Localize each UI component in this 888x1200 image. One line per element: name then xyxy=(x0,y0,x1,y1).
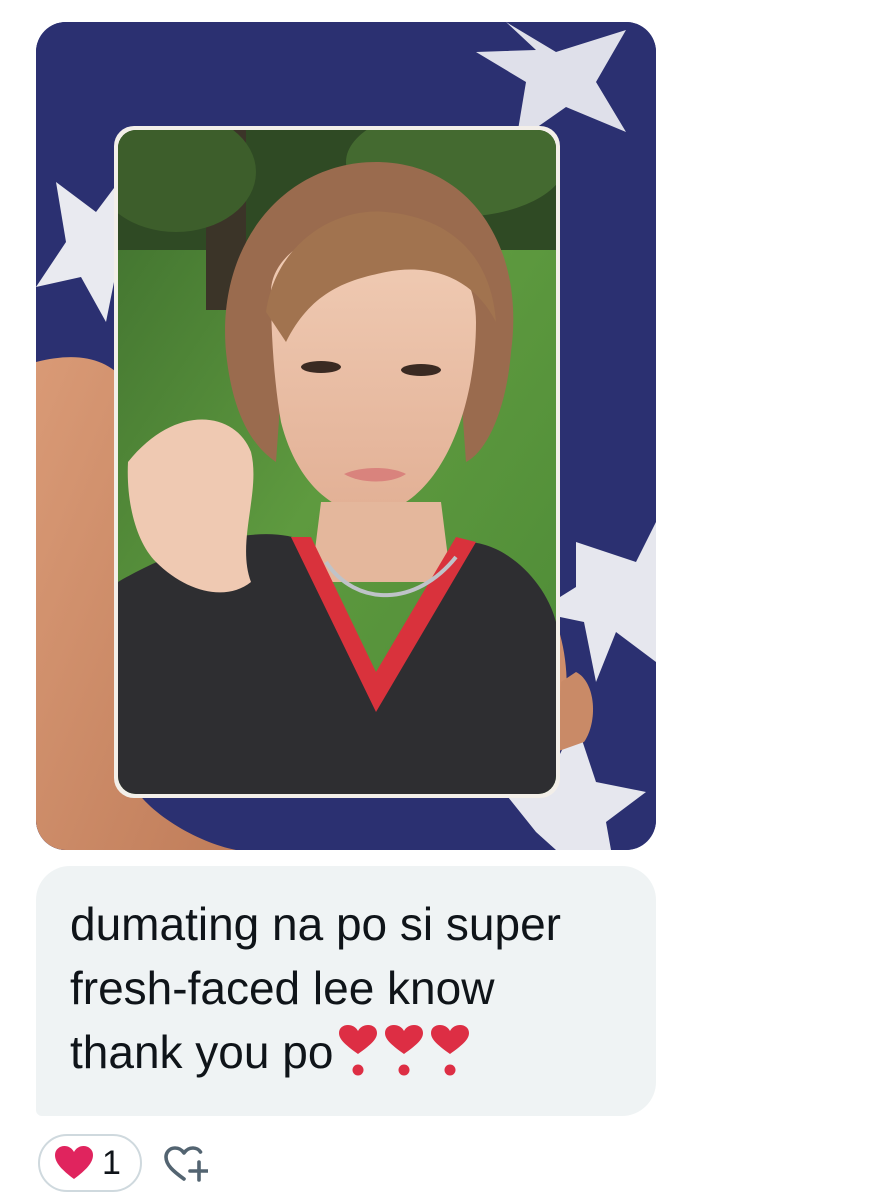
heart-exclamation-icon xyxy=(337,1024,379,1078)
heart-reaction-button[interactable]: 1 xyxy=(38,1134,142,1192)
message-image[interactable] xyxy=(36,22,656,850)
heart-exclamation-icon xyxy=(429,1024,471,1078)
heart-exclamation-icon xyxy=(383,1024,425,1078)
message-bubble[interactable]: dumating na po si super fresh-faced lee … xyxy=(36,866,656,1116)
message-text-line-2: fresh-faced lee know xyxy=(70,962,495,1014)
add-reaction-button[interactable] xyxy=(160,1140,210,1188)
message-text-line-3-text: thank you po xyxy=(70,1026,334,1078)
message-text-line-1: dumating na po si super xyxy=(70,898,561,950)
add-reaction-icon xyxy=(164,1146,208,1182)
message-text-line-3: thank you po xyxy=(70,1020,622,1084)
photocard-photo xyxy=(36,22,656,850)
red-heart-icon xyxy=(55,1146,93,1179)
reaction-count: 1 xyxy=(102,1144,121,1182)
